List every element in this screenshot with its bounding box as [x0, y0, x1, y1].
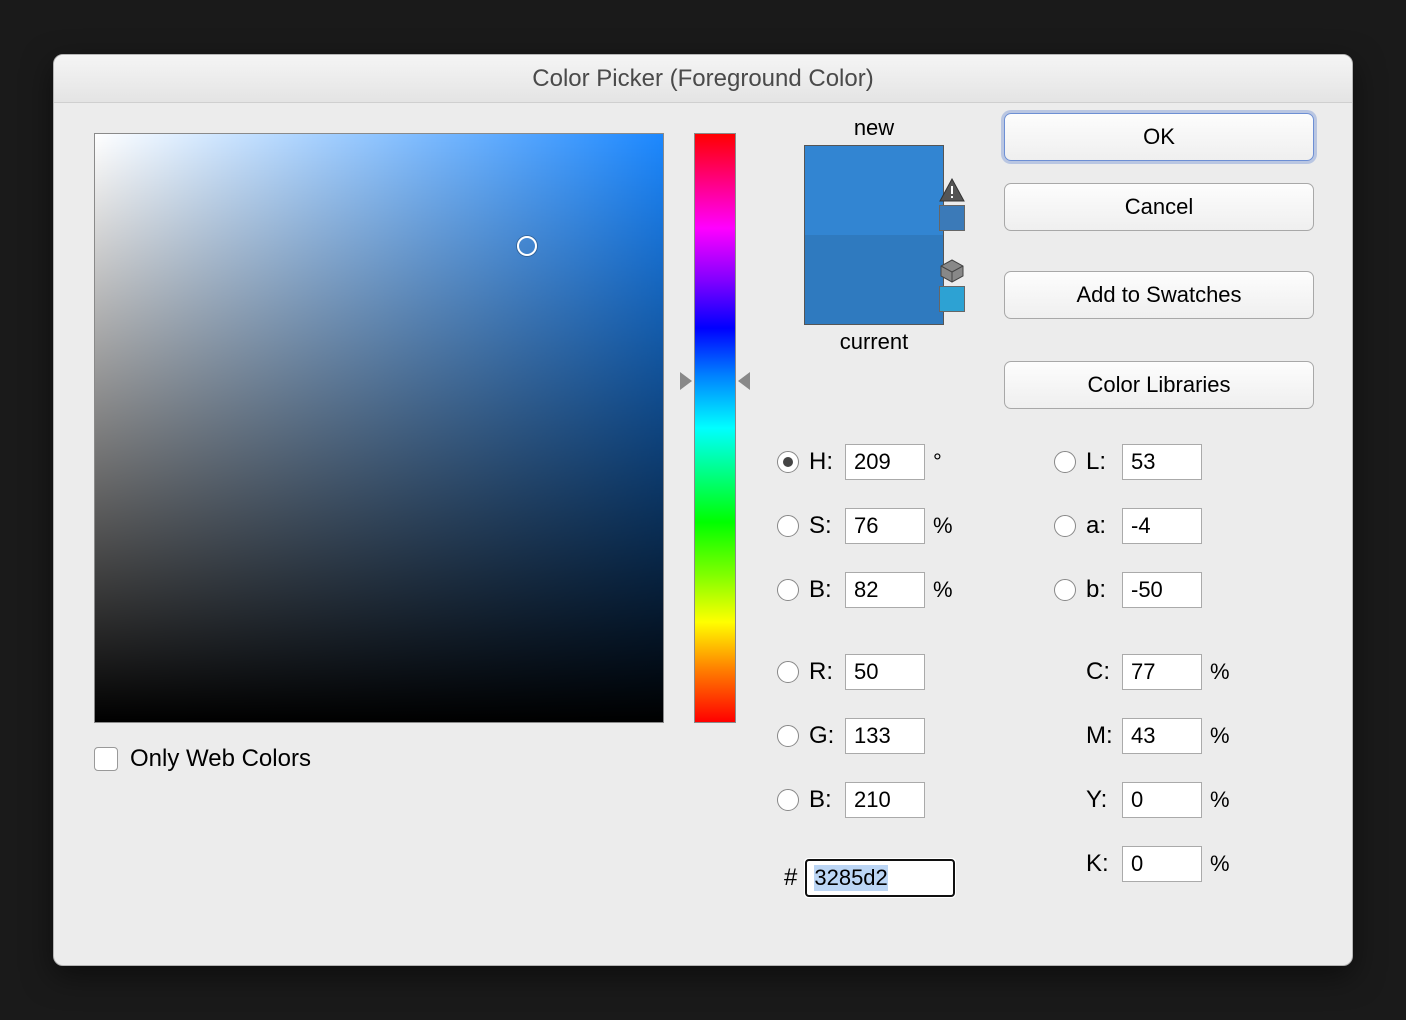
hue-slider-handle-left[interactable]	[680, 372, 692, 390]
input-r[interactable]	[845, 654, 925, 690]
current-label: current	[774, 329, 974, 355]
label-k: K:	[1086, 850, 1122, 878]
dialog-title: Color Picker (Foreground Color)	[54, 55, 1352, 103]
swatch-pair	[804, 145, 944, 325]
new-color-swatch[interactable]	[805, 146, 943, 235]
label-g: G:	[809, 722, 845, 750]
add-to-swatches-button[interactable]: Add to Swatches	[1004, 271, 1314, 319]
input-g[interactable]	[845, 718, 925, 754]
label-l: L:	[1086, 448, 1122, 476]
only-web-colors-row: Only Web Colors	[94, 745, 311, 773]
row-hex: #	[784, 859, 955, 897]
radio-r[interactable]	[777, 661, 799, 683]
input-l[interactable]	[1122, 444, 1202, 480]
label-c: C:	[1086, 658, 1122, 686]
color-cursor[interactable]	[517, 236, 537, 256]
radio-b[interactable]	[777, 579, 799, 601]
label-hex: #	[784, 864, 797, 892]
row-b2: B:	[777, 781, 961, 819]
websafe-warning-swatch[interactable]	[939, 286, 965, 312]
row-l: L:	[1054, 443, 1202, 481]
input-c[interactable]	[1122, 654, 1202, 690]
new-label: new	[774, 115, 974, 141]
radio-s[interactable]	[777, 515, 799, 537]
radio-b2[interactable]	[777, 789, 799, 811]
only-web-colors-label: Only Web Colors	[130, 745, 311, 773]
label-b2: B:	[809, 786, 845, 814]
radio-l[interactable]	[1054, 451, 1076, 473]
current-color-swatch[interactable]	[805, 235, 943, 324]
unit-b: %	[933, 577, 961, 603]
label-s: S:	[809, 512, 845, 540]
row-g: G:	[777, 717, 961, 755]
input-h[interactable]	[845, 444, 925, 480]
unit-m: %	[1210, 723, 1238, 749]
unit-k: %	[1210, 851, 1238, 877]
row-h: H: °	[777, 443, 961, 481]
input-y[interactable]	[1122, 782, 1202, 818]
hue-slider[interactable]	[694, 133, 736, 723]
row-m: M: %	[1086, 717, 1238, 755]
label-r: R:	[809, 658, 845, 686]
black-gradient	[95, 134, 663, 722]
input-k[interactable]	[1122, 846, 1202, 882]
row-y: Y: %	[1086, 781, 1238, 819]
row-r: R:	[777, 653, 961, 691]
input-b[interactable]	[845, 572, 925, 608]
color-picker-dialog: Color Picker (Foreground Color) new curr…	[53, 54, 1353, 966]
input-b2[interactable]	[845, 782, 925, 818]
radio-g[interactable]	[777, 725, 799, 747]
color-preview: new current	[774, 115, 974, 359]
unit-s: %	[933, 513, 961, 539]
label-a: a:	[1086, 512, 1122, 540]
saturation-brightness-field[interactable]	[94, 133, 664, 723]
unit-h: °	[933, 449, 961, 475]
ok-button[interactable]: OK	[1004, 113, 1314, 161]
label-m: M:	[1086, 722, 1122, 750]
cancel-button[interactable]: Cancel	[1004, 183, 1314, 231]
row-c: C: %	[1086, 653, 1238, 691]
dialog-content: new current OK Cancel Add to Swatches Co…	[54, 103, 1352, 965]
row-b: B: %	[777, 571, 961, 609]
label-b: B:	[809, 576, 845, 604]
websafe-warning-icon[interactable]	[939, 258, 965, 284]
row-lab-b: b:	[1054, 571, 1202, 609]
gamut-warning-swatch[interactable]	[939, 205, 965, 231]
input-lab-b[interactable]	[1122, 572, 1202, 608]
only-web-colors-checkbox[interactable]	[94, 747, 118, 771]
label-y: Y:	[1086, 786, 1122, 814]
input-a[interactable]	[1122, 508, 1202, 544]
label-lab-b: b:	[1086, 576, 1122, 604]
label-h: H:	[809, 448, 845, 476]
hue-slider-handle-right[interactable]	[738, 372, 750, 390]
radio-a[interactable]	[1054, 515, 1076, 537]
gamut-warning-icon[interactable]	[939, 178, 965, 202]
radio-h[interactable]	[777, 451, 799, 473]
input-hex[interactable]	[805, 859, 955, 897]
input-m[interactable]	[1122, 718, 1202, 754]
row-s: S: %	[777, 507, 961, 545]
color-libraries-button[interactable]: Color Libraries	[1004, 361, 1314, 409]
row-a: a:	[1054, 507, 1202, 545]
input-s[interactable]	[845, 508, 925, 544]
row-k: K: %	[1086, 845, 1238, 883]
radio-lab-b[interactable]	[1054, 579, 1076, 601]
unit-y: %	[1210, 787, 1238, 813]
unit-c: %	[1210, 659, 1238, 685]
